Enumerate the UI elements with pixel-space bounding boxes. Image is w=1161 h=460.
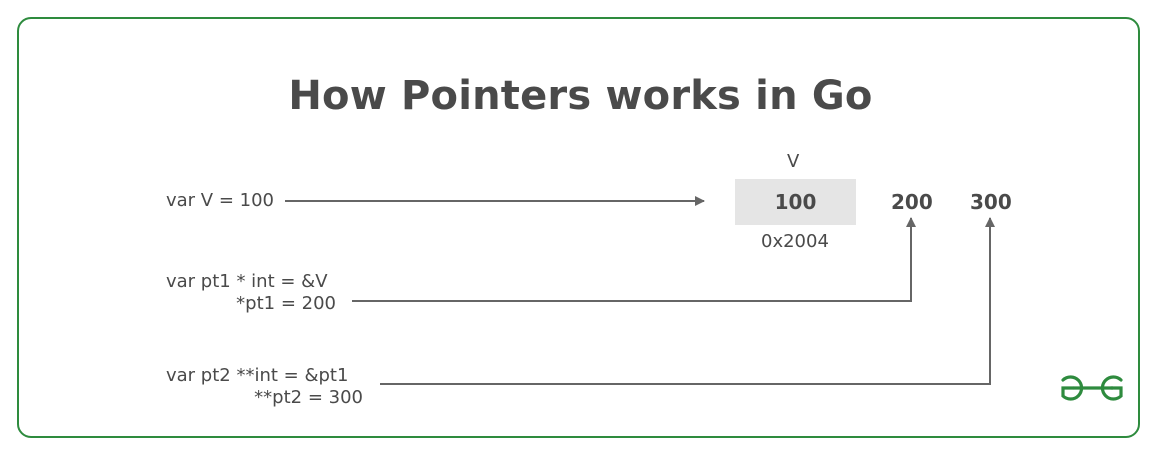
arrow-pt1-to-200 [352,217,916,302]
arrows-layer [285,196,995,385]
gfg-logo-icon [1061,375,1123,401]
